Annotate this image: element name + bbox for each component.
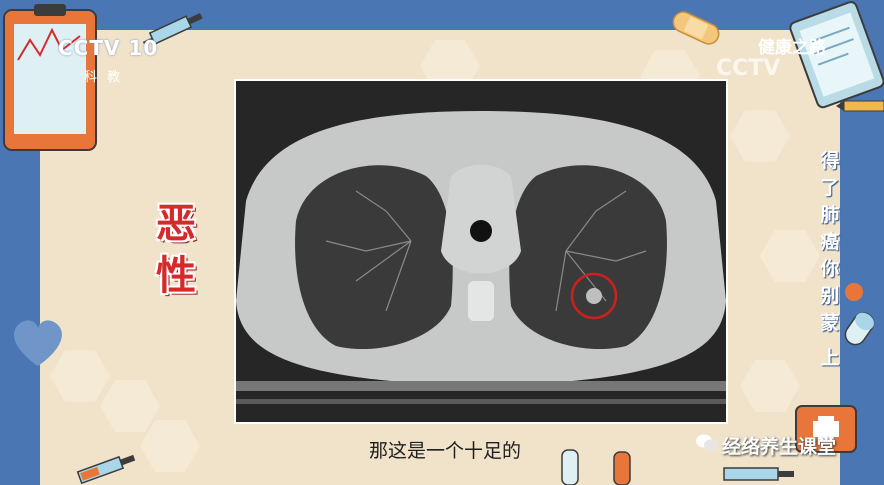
vial-icon: [561, 449, 631, 485]
side-label-char: 恶: [156, 201, 196, 247]
hexagon-decoration: [140, 420, 200, 472]
caption-char: 蒙: [820, 312, 840, 334]
ct-scan-image: [234, 79, 728, 424]
side-label-char: 性: [156, 253, 196, 299]
subtitle: 那这是一个十足的: [368, 440, 521, 462]
vertical-caption: 得 了 肺 癌 你 别 蒙 上: [813, 148, 847, 372]
caption-char: 癌: [820, 231, 840, 253]
caption-char: 了: [820, 177, 840, 199]
caption-char: 别: [820, 285, 840, 307]
caption-char: 得: [820, 150, 840, 172]
caption-char: 上: [820, 347, 840, 369]
wechat-icon: [696, 434, 718, 451]
ct-scan-drawing: [236, 81, 726, 422]
side-label: 恶 性: [150, 198, 202, 302]
channel-logo: CCTV 10: [58, 36, 159, 60]
channel-sub: 科教: [84, 70, 131, 85]
pencil-icon: [836, 100, 884, 112]
hexagon-decoration: [740, 360, 800, 412]
syringe-icon: [723, 467, 794, 481]
channel-watermark: CCTV: [716, 56, 781, 81]
hexagon-decoration: [100, 380, 160, 432]
caption-char: 肺: [820, 204, 840, 226]
show-title: 健康之路: [758, 38, 826, 58]
bandage-icon: [672, 11, 720, 45]
syringe-icon: [76, 454, 136, 485]
heart-icon: [14, 320, 62, 366]
hexagon-decoration: [760, 230, 820, 282]
caption-char: 你: [820, 258, 840, 280]
wechat-account-name: 经络养生课堂: [722, 436, 837, 458]
hexagon-decoration: [730, 110, 790, 162]
